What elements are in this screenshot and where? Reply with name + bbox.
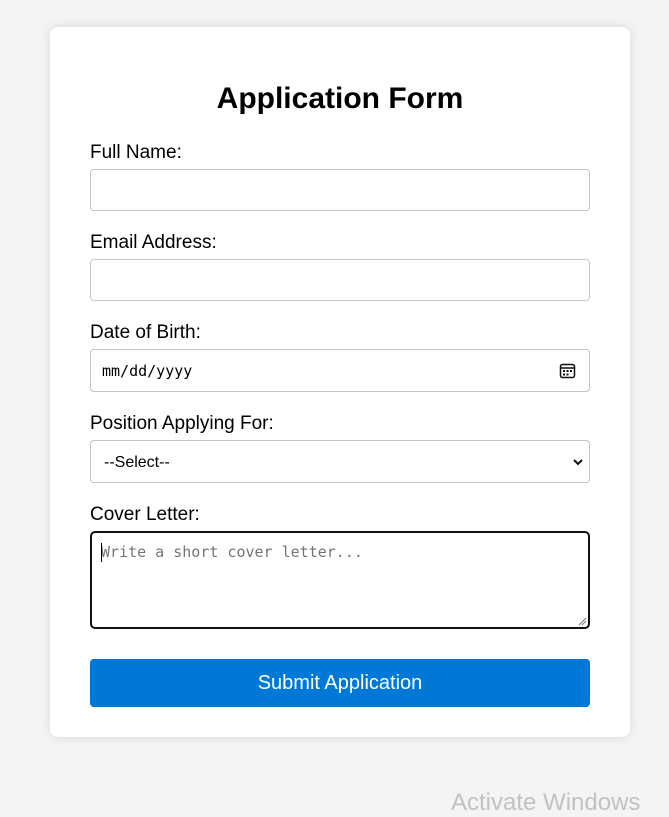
full-name-label: Full Name: [90, 142, 182, 163]
position-select[interactable]: --Select-- [90, 440, 590, 483]
email-label: Email Address: [90, 232, 217, 253]
chevron-down-icon [573, 459, 583, 466]
form-title: Application Form [216, 82, 464, 115]
date-of-birth-input[interactable]: mm/dd/yyyy [90, 349, 590, 392]
position-selected-value: --Select-- [104, 454, 170, 471]
calendar-icon[interactable] [559, 362, 576, 379]
full-name-input[interactable] [90, 169, 590, 211]
cover-letter-placeholder: Write a short cover letter... [101, 543, 363, 561]
submit-application-button[interactable]: Submit Application [90, 659, 590, 707]
resize-handle-icon[interactable] [577, 616, 587, 626]
position-label: Position Applying For: [90, 413, 274, 434]
cover-letter-label: Cover Letter: [90, 504, 200, 525]
date-placeholder: mm/dd/yyyy [102, 362, 193, 380]
cover-letter-textarea[interactable]: Write a short cover letter... [90, 531, 590, 629]
text-cursor [101, 543, 102, 562]
date-of-birth-label: Date of Birth: [90, 322, 201, 343]
activate-windows-watermark: Activate Windows [451, 789, 641, 816]
application-form-card: Application Form Full Name: Email Addres… [50, 27, 630, 737]
email-input[interactable] [90, 259, 590, 301]
